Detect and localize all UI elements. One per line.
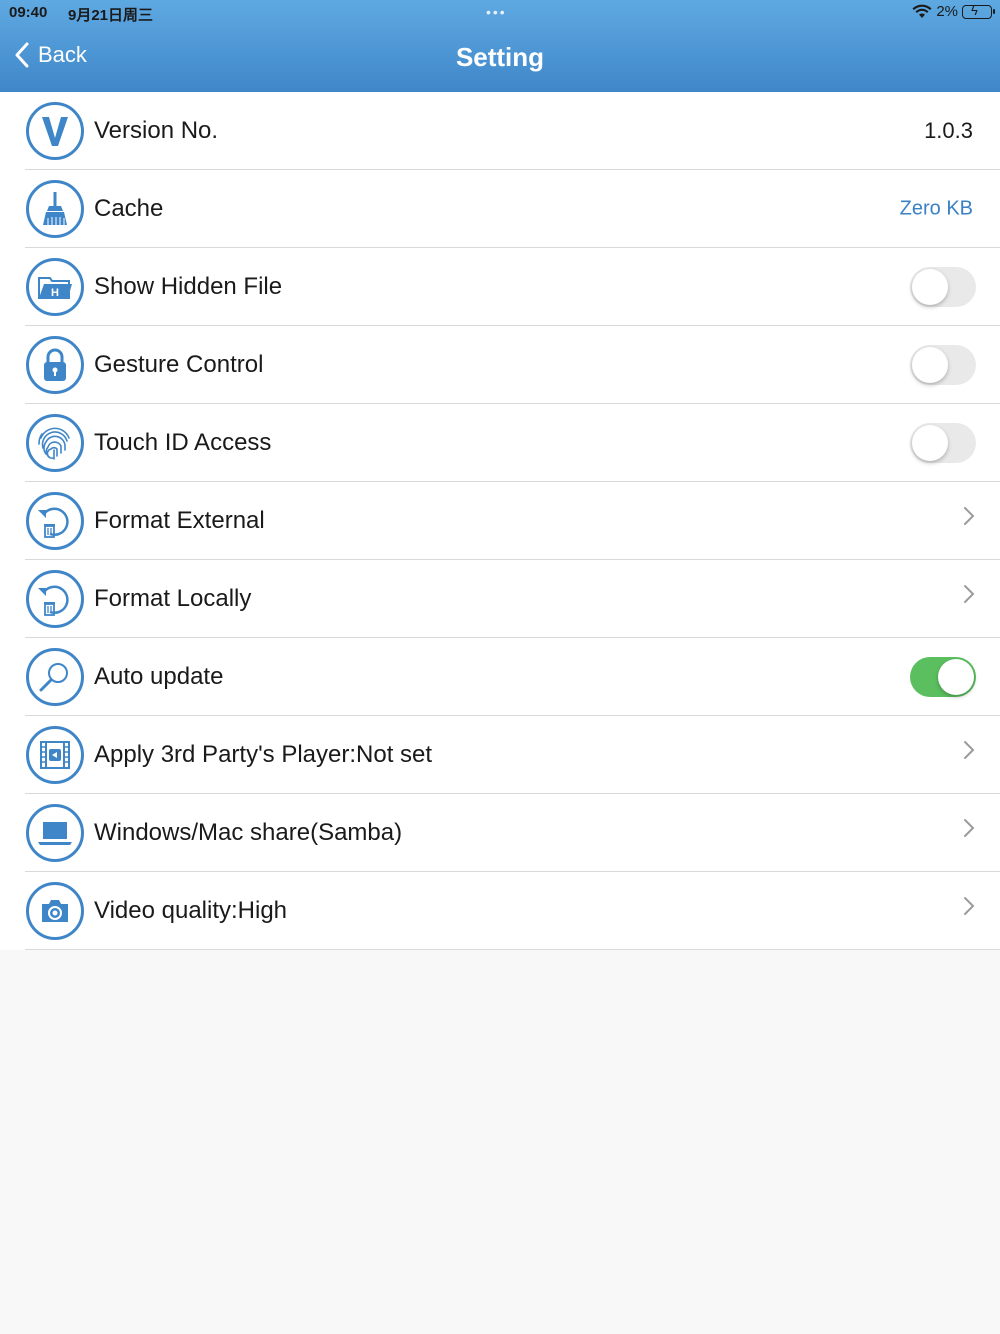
status-date: 9月21日周三 (68, 7, 154, 24)
touch-id-toggle[interactable] (910, 422, 976, 463)
version-value: 1.0.3 (924, 117, 973, 143)
auto-update-label: Auto update (94, 662, 224, 690)
format-locally-row[interactable]: Format Locally (25, 560, 1000, 638)
multitasking-dots[interactable]: ••• (486, 4, 507, 20)
battery-percent: 2% (936, 3, 958, 20)
camera-icon (26, 881, 84, 940)
svg-text:H: H (51, 287, 59, 299)
status-right: 2% ϟ (912, 2, 995, 20)
cache-row[interactable]: Cache Zero KB (25, 170, 1000, 248)
fingerprint-icon (26, 413, 84, 472)
toggle-knob (912, 346, 948, 383)
format-external-row[interactable]: Format External (25, 482, 1000, 560)
gesture-control-label: Gesture Control (94, 350, 264, 378)
version-row: Version No. 1.0.3 (25, 92, 1000, 170)
film-player-icon (26, 725, 84, 784)
battery-icon: ϟ (962, 2, 995, 19)
show-hidden-file-row: H Show Hidden File (25, 248, 1000, 326)
samba-share-label: Windows/Mac share(Samba) (94, 818, 403, 846)
samba-share-row[interactable]: Windows/Mac share(Samba) (25, 794, 1000, 872)
page-title: Setting (455, 42, 545, 72)
video-quality-label: Video quality:High (94, 896, 288, 924)
toggle-knob (912, 424, 948, 461)
chevron-right-icon (963, 584, 975, 609)
chevron-right-icon (963, 740, 975, 765)
chevron-right-icon (963, 818, 975, 843)
version-v-icon (26, 101, 84, 160)
navigation-header: 09:40 9月21日周三 ••• 2% ϟ Back Setting (0, 0, 1000, 92)
auto-update-toggle[interactable] (910, 656, 976, 697)
status-bar: 09:40 9月21日周三 ••• 2% ϟ (0, 0, 1000, 28)
touch-id-row: Touch ID Access (25, 404, 1000, 482)
touch-id-label: Touch ID Access (94, 428, 272, 456)
search-update-icon (26, 647, 84, 706)
cache-size-value[interactable]: Zero KB (900, 197, 973, 220)
toggle-knob (938, 658, 974, 695)
show-hidden-file-toggle[interactable] (910, 266, 976, 307)
settings-list: Version No. 1.0.3 Cache Zero KB H Show H… (0, 92, 1000, 950)
format-trash-icon (26, 569, 84, 628)
format-trash-icon (26, 491, 84, 550)
broom-icon (26, 179, 84, 238)
third-party-player-row[interactable]: Apply 3rd Party's Player:Not set (25, 716, 1000, 794)
video-quality-row[interactable]: Video quality:High (25, 872, 1000, 950)
show-hidden-file-label: Show Hidden File (94, 272, 283, 300)
toggle-knob (912, 268, 948, 305)
gesture-control-row: Gesture Control (25, 326, 1000, 404)
status-time: 09:40 (9, 4, 48, 21)
format-external-label: Format External (94, 506, 265, 534)
hidden-folder-icon: H (26, 257, 84, 316)
chevron-right-icon (963, 896, 975, 921)
charging-bolt-icon: ϟ (971, 2, 978, 18)
version-label: Version No. (94, 116, 219, 144)
cache-label: Cache (94, 194, 164, 222)
chevron-right-icon (963, 506, 975, 531)
format-locally-label: Format Locally (94, 584, 252, 612)
auto-update-row: Auto update (25, 638, 1000, 716)
lock-icon (26, 335, 84, 394)
gesture-control-toggle[interactable] (910, 344, 976, 385)
laptop-icon (26, 803, 84, 862)
third-party-player-label: Apply 3rd Party's Player:Not set (94, 740, 433, 768)
wifi-icon (912, 4, 932, 18)
